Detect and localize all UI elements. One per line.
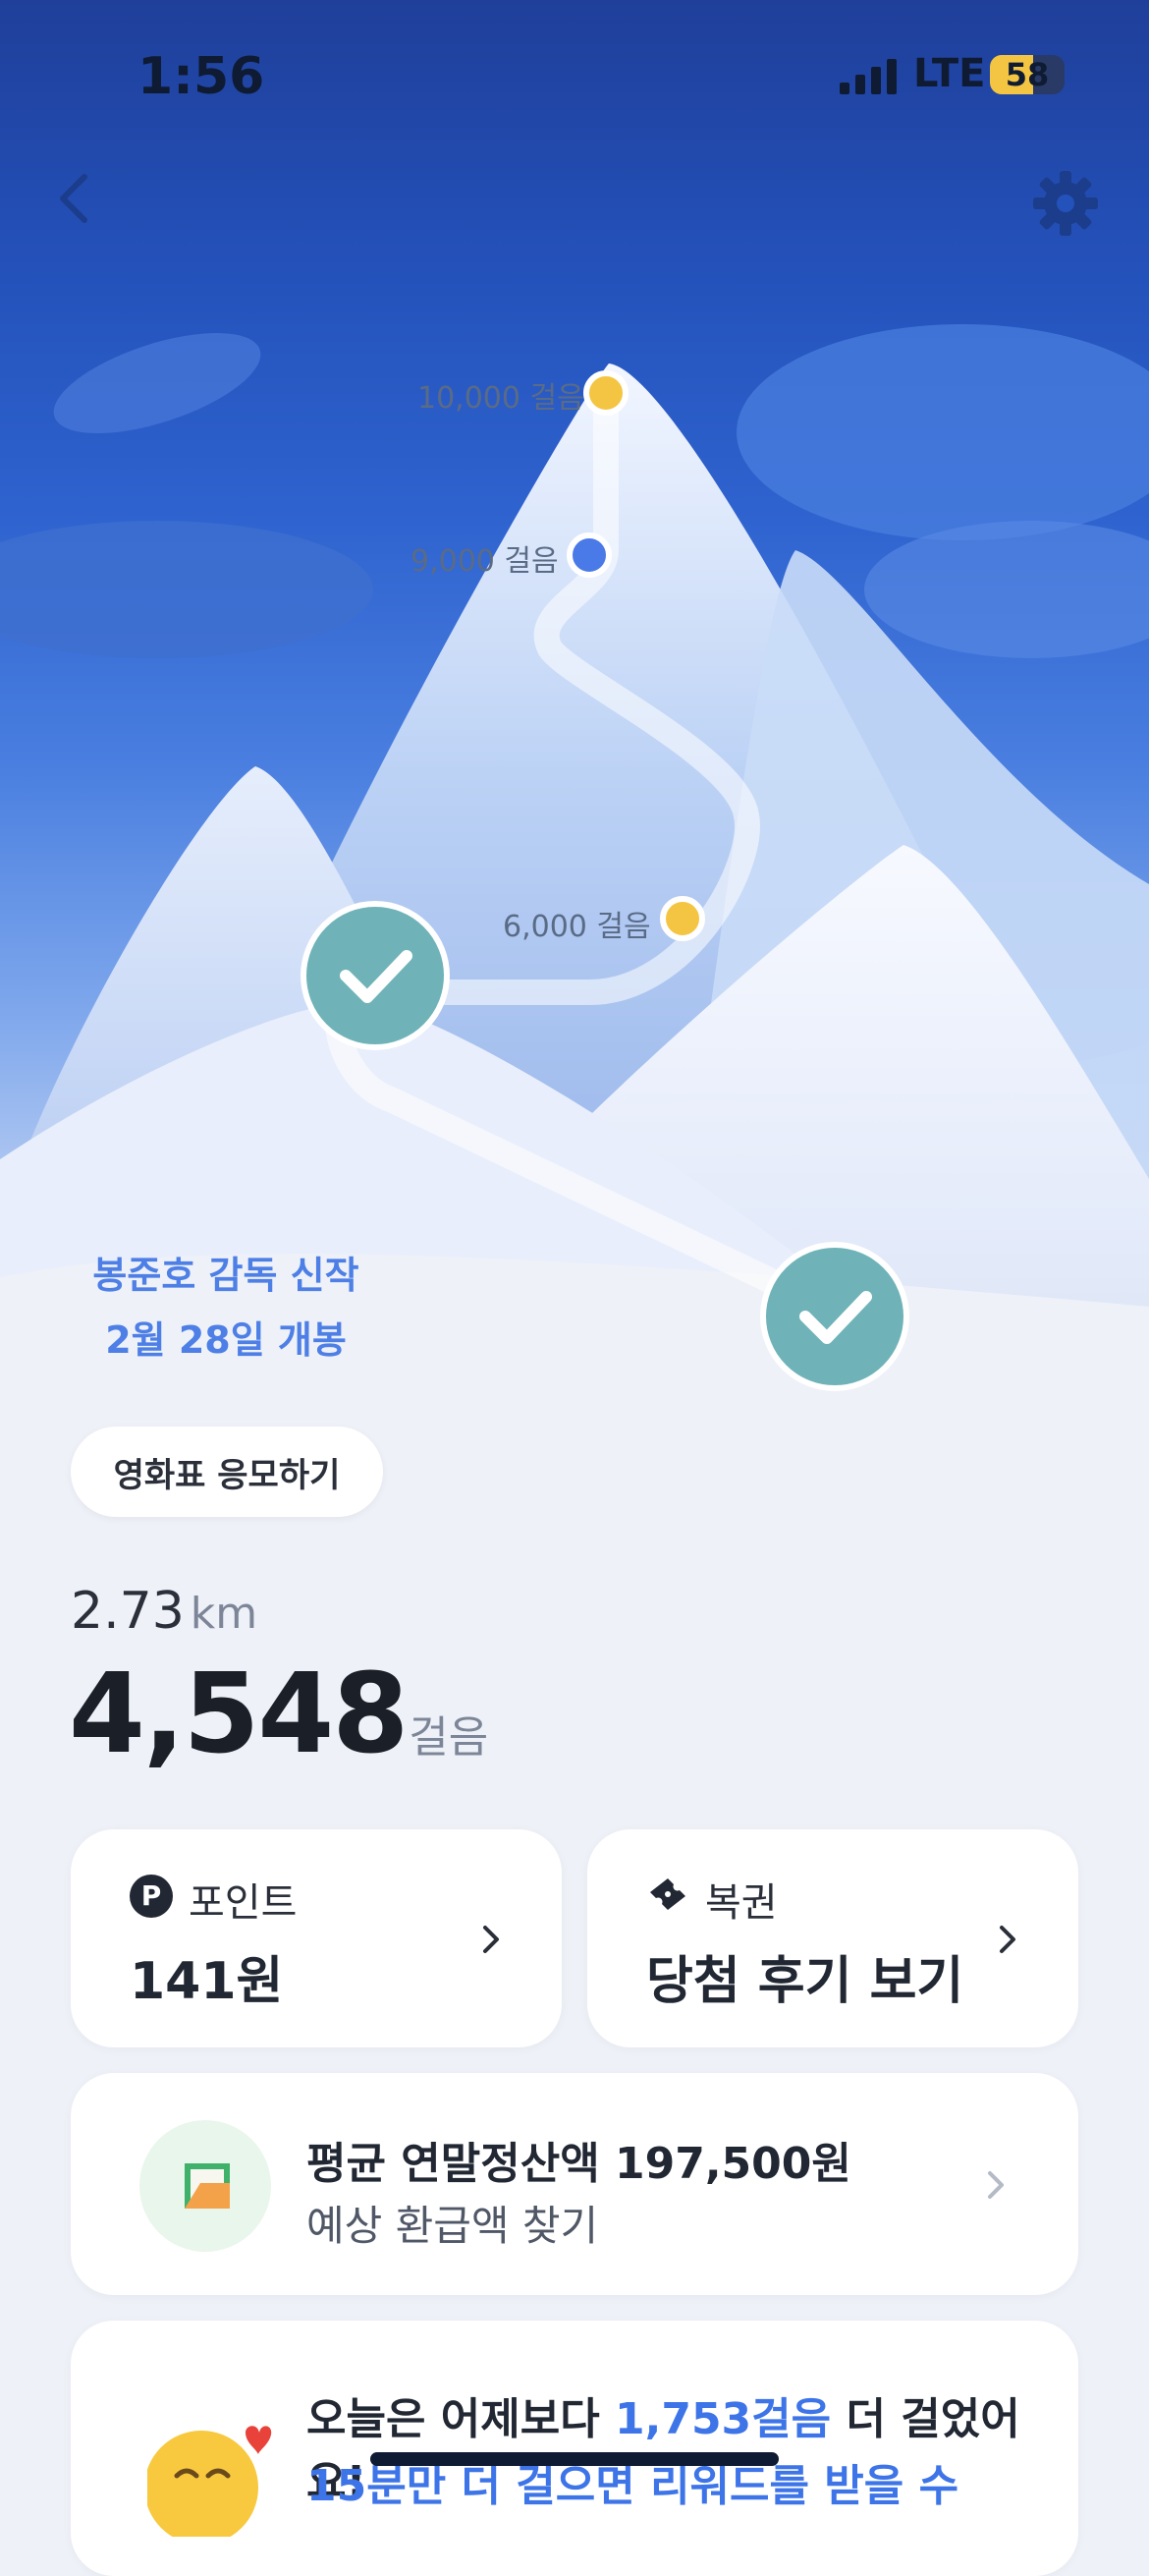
points-card[interactable]: P 포인트 141원	[71, 1829, 562, 2047]
distance: 2.73 km	[71, 1582, 258, 1641]
signal-icon	[840, 59, 897, 94]
ticket-icon	[650, 1878, 685, 1910]
step-compare-card[interactable]: 오늘은 어제보다 1,753걸음 더 걸었어요! 15분만 더 걸으면 리워드를…	[71, 2321, 1078, 2576]
chevron-right-icon	[988, 2171, 1004, 2199]
home-indicator[interactable]	[370, 2452, 779, 2466]
battery-icon: 58	[990, 55, 1065, 94]
network-type: LTE	[913, 51, 986, 96]
gear-icon[interactable]	[1031, 169, 1100, 238]
smile-emoji-icon	[147, 2426, 272, 2537]
lottery-value: 당첨 후기 보기	[646, 1952, 964, 2011]
status-bar: 1:56 LTE 58	[0, 0, 1149, 147]
milestone-label: 6,000 걸음	[503, 910, 651, 944]
milestone-label: 10,000 걸음	[417, 381, 584, 416]
check-icon	[301, 901, 450, 1050]
points-label: 포인트	[189, 1880, 298, 1926]
points-icon: P	[130, 1875, 173, 1918]
lottery-label: 복권	[705, 1880, 778, 1926]
tax-title: 평균 연말정산액 197,500원	[306, 2139, 851, 2189]
movie-promo-text: 봉준호 감독 신작 2월 28일 개봉	[92, 1254, 359, 1362]
chevron-right-icon	[1000, 1926, 1015, 1953]
tax-refund-card[interactable]: 평균 연말정산액 197,500원 예상 환급액 찾기	[71, 2073, 1078, 2295]
step-count: 4,548걸음	[69, 1651, 489, 1778]
tax-subtitle: 예상 환급액 찾기	[306, 2202, 599, 2250]
movie-ticket-entry-button[interactable]: 영화표 응모하기	[71, 1427, 383, 1517]
points-value: 141원	[130, 1952, 284, 2011]
check-icon	[760, 1242, 909, 1391]
tax-document-icon	[139, 2120, 271, 2252]
milestone-label: 9,000 걸음	[410, 544, 559, 579]
walking-hero: 10,000 걸음 9,000 걸음 6,000 걸음 봉준호 감독 신작 2월…	[0, 0, 1149, 1533]
back-arrow-icon[interactable]	[47, 169, 106, 228]
status-time: 1:56	[137, 47, 265, 106]
lottery-card[interactable]: 복권 당첨 후기 보기	[587, 1829, 1078, 2047]
chevron-right-icon	[483, 1926, 499, 1953]
